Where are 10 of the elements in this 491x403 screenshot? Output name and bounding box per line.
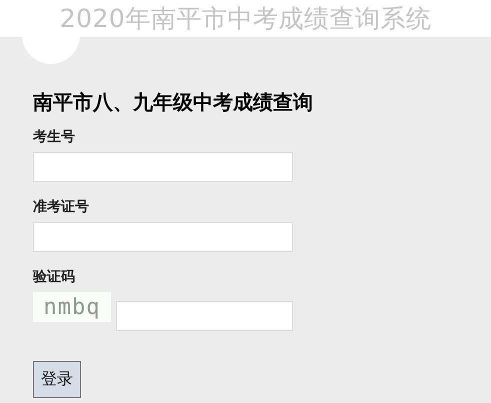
field-label: 准考证号 [33,198,90,216]
input-field[interactable] [33,222,293,252]
login-button[interactable]: 登录 [33,361,81,398]
input-field[interactable] [33,152,293,182]
captcha-field[interactable] [116,301,293,331]
form-heading: 南平市八、九年级中考成绩查询 [33,89,314,116]
banner-title: 2020年南平市中考成绩查询系统 [60,3,432,35]
field-label: 验证码 [33,268,76,286]
captcha-image: nmbq [33,292,111,322]
field-label: 考生号 [33,128,76,146]
